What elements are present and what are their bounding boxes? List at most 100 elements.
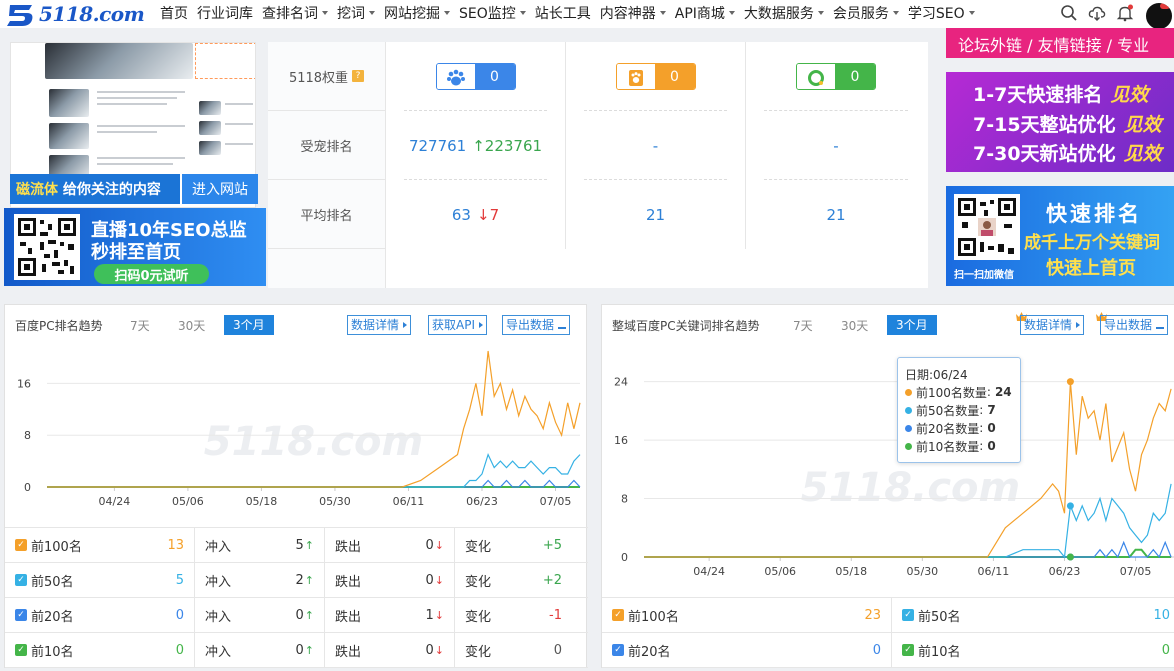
free-trial-button[interactable]: 扫码0元试听 xyxy=(94,264,209,284)
nav-item[interactable]: 内容神器 xyxy=(600,3,666,23)
x-tick-label: 04/24 xyxy=(693,565,725,578)
chevron-down-icon xyxy=(369,11,375,15)
x-tick-label: 06/23 xyxy=(466,495,498,508)
avg-rank-value: 21 xyxy=(826,205,846,224)
tab-7-days[interactable]: 7天 xyxy=(130,317,150,334)
traffic-rank-cell: - xyxy=(746,111,926,180)
series-count: 0 xyxy=(175,642,184,658)
preview-text-line xyxy=(97,131,157,133)
x-tick-label: 05/06 xyxy=(172,495,204,508)
nav-item[interactable]: 大数据服务 xyxy=(744,3,824,23)
series-name-cell[interactable]: ✓ 前100名 13 xyxy=(5,528,195,562)
chevron-down-icon xyxy=(322,11,328,15)
enter-site-button[interactable]: 进入网站 xyxy=(180,174,258,204)
logo[interactable]: 5118.com xyxy=(4,0,145,28)
preview-text-line xyxy=(225,103,253,105)
data-detail-button[interactable]: 数据详情 xyxy=(1020,315,1085,335)
tab-30-days[interactable]: 30天 xyxy=(178,317,205,334)
cloud-download-icon[interactable] xyxy=(1088,4,1106,22)
360-weight-badge[interactable]: 0 xyxy=(796,63,876,90)
traffic-rank-value: 727761 xyxy=(408,136,467,155)
checkbox[interactable]: ✓ xyxy=(902,609,914,621)
nav-item[interactable]: API商城 xyxy=(675,3,735,23)
get-api-button[interactable]: 获取API xyxy=(428,315,487,335)
checkbox[interactable]: ✓ xyxy=(15,539,27,551)
checkbox[interactable]: ✓ xyxy=(612,644,624,656)
user-avatar[interactable] xyxy=(1144,1,1174,31)
preview-image xyxy=(49,123,89,149)
x-tick-label: 06/11 xyxy=(393,495,425,508)
chevron-down-icon xyxy=(444,11,450,15)
tab-30-days[interactable]: 30天 xyxy=(841,317,868,334)
nav-item[interactable]: 网站挖掘 xyxy=(384,3,450,23)
y-tick-label: 0 xyxy=(621,551,628,564)
nav-item[interactable]: 查排名词 xyxy=(262,3,328,23)
data-detail-button[interactable]: 数据详情 xyxy=(347,315,412,335)
button-label: 数据详情 xyxy=(351,318,400,332)
tab-3-months[interactable]: 3个月 xyxy=(887,315,937,335)
tooltip-colon: : xyxy=(979,403,984,417)
series-name-cell[interactable]: ✓ 前100名 23 xyxy=(602,598,892,632)
rank-stats-table: ✓ 前100名 13 冲入 5 ↑ 跌出 0 ↓ 变化 +5 ✓ 前50名 5 冲入 2 ↑ 跌出 0 ↓ 变化 +2 ✓ 前… xyxy=(5,527,588,668)
preview-text-line xyxy=(225,143,253,145)
series-name-cell[interactable]: ✓ 前20名 0 xyxy=(5,598,195,632)
ad-row: 1-7天快速排名 见效 xyxy=(973,80,1148,107)
rise-label: 冲入 xyxy=(205,539,232,555)
series-count: 0 xyxy=(175,607,184,623)
series-count: 0 xyxy=(1161,642,1170,658)
qr-code-icon xyxy=(958,198,1016,256)
nav-item[interactable]: 学习SEO xyxy=(908,3,975,23)
chevron-down-icon xyxy=(968,11,975,15)
nav-item-label: 挖词 xyxy=(337,6,365,22)
help-icon[interactable]: ? xyxy=(352,70,365,82)
checkbox[interactable]: ✓ xyxy=(612,609,624,621)
live-course-ad[interactable]: 直播10年SEO总监 秒排至首页 扫码0元试听 xyxy=(4,208,266,286)
nav-item[interactable]: 首页 xyxy=(160,3,188,23)
checkbox[interactable]: ✓ xyxy=(15,644,27,656)
x-tick-label: 07/05 xyxy=(540,495,572,508)
site-slogan: 给你关注的内容 xyxy=(58,182,161,198)
backlink-ad[interactable]: 论坛外链 / 友情链接 / 专业 xyxy=(946,28,1174,58)
baidu-weight-badge[interactable]: 0 xyxy=(435,63,516,90)
series-name-cell[interactable]: ✓ 前50名 10 xyxy=(892,598,1174,632)
baidu-pc-rank-panel: 百度PC排名趋势 7天 30天 3个月 数据详情 获取API 导出数据 5118… xyxy=(4,304,588,668)
avg-rank-cell[interactable]: 63 ↓ 7 xyxy=(386,180,566,249)
tab-3-months[interactable]: 3个月 xyxy=(224,315,274,335)
series-name-cell[interactable]: ✓ 前10名 0 xyxy=(892,633,1174,667)
tooltip-value: 0 xyxy=(987,439,996,453)
series-name-cell[interactable]: ✓ 前50名 5 xyxy=(5,563,195,597)
hover-point xyxy=(1066,378,1074,386)
tab-7-days[interactable]: 7天 xyxy=(793,317,813,334)
chevron-down-icon xyxy=(659,11,666,15)
nav-item[interactable]: SEO监控 xyxy=(459,3,526,23)
checkbox[interactable]: ✓ xyxy=(15,609,27,621)
mobile-weight-badge[interactable]: 0 xyxy=(615,63,696,90)
series-name-cell[interactable]: ✓ 前20名 0 xyxy=(602,633,892,667)
checkbox[interactable]: ✓ xyxy=(15,574,27,586)
nav-item[interactable]: 会员服务 xyxy=(833,3,899,23)
hover-point xyxy=(1066,553,1074,561)
tooltip-row: 前50名数量:7 xyxy=(905,401,1013,419)
preview-text-line xyxy=(97,91,185,93)
traffic-rank-cell[interactable]: 727761 ↑ 223761 xyxy=(386,111,566,180)
rise-cell: 冲入 5 ↑ xyxy=(195,528,325,562)
series-name-cell[interactable]: ✓ 前10名 0 xyxy=(5,633,195,667)
bell-icon[interactable] xyxy=(1116,4,1134,22)
drop-value: 0 xyxy=(425,572,434,588)
nav-item-label: 学习SEO xyxy=(907,6,965,22)
nav-item[interactable]: 行业词库 xyxy=(197,3,253,23)
search-icon[interactable] xyxy=(1060,4,1078,22)
quick-rank-ad[interactable]: 1-7天快速排名 见效 7-15天整站优化 见效 7-30天新站优化 见效 xyxy=(946,72,1174,172)
ad-row: 7-30天新站优化 见效 xyxy=(973,139,1162,166)
wechat-ad[interactable]: 扫一扫加微信 快速排名 成千上万个关键词 快速上首页 xyxy=(946,186,1174,286)
export-data-button[interactable]: 导出数据 xyxy=(502,315,571,335)
domain-rank-trend-chart[interactable]: 5118.com 0 8 16 24 04/24 05/06 05/18 05/30 06/11 0… xyxy=(602,341,1174,601)
export-data-button[interactable]: 导出数据 xyxy=(1100,315,1169,335)
checkbox[interactable]: ✓ xyxy=(902,644,914,656)
nav-item-label: API商城 xyxy=(674,6,725,22)
rise-value: 0 xyxy=(295,607,304,623)
avg-rank-delta: 7 xyxy=(489,205,500,224)
tooltip-value: 7 xyxy=(987,403,996,417)
nav-item[interactable]: 挖词 xyxy=(337,3,375,23)
nav-item[interactable]: 站长工具 xyxy=(535,3,591,23)
